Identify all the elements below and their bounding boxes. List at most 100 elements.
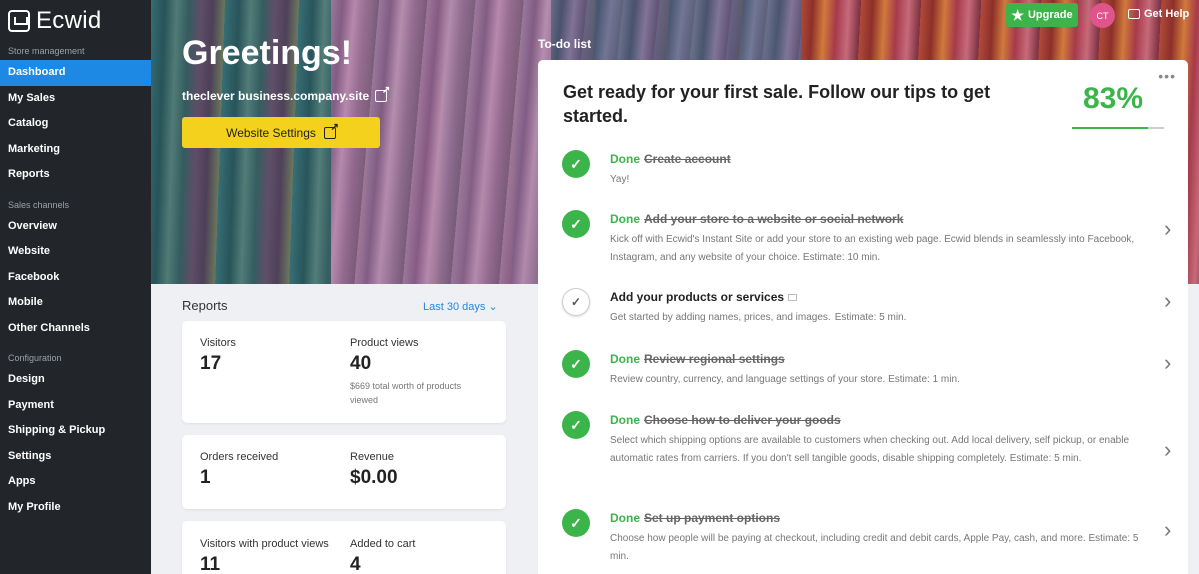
sidebar-item-website[interactable]: Website [0, 239, 151, 265]
sidebar-section-title: Store management [8, 46, 85, 56]
task-title-text: Review regional settings [644, 352, 785, 366]
task-title: Done Set up payment options [610, 511, 780, 525]
more-options-icon[interactable]: ••• [1158, 68, 1176, 84]
sidebar: Ecwid Store management Dashboard My Sales C… [0, 0, 151, 574]
task-description-text: Get started by adding names, prices, and… [610, 312, 831, 323]
todo-title: Get ready for your first sale. Follow ou… [563, 82, 991, 126]
ecwid-logo[interactable]: Ecwid [0, 0, 151, 42]
stat-product-views: Product views 40 $669 total worth of pro… [350, 337, 480, 407]
sidebar-item-mobile[interactable]: Mobile [0, 290, 151, 316]
stat-value: 11 [200, 554, 221, 574]
task-title-text: Set up payment options [644, 511, 781, 525]
sidebar-section-title: Configuration [8, 353, 62, 363]
done-tag: Done [610, 511, 640, 525]
task-title: Done Choose how to deliver your goods [610, 413, 841, 427]
report-card: Visitors 17 Product views 40 $669 total … [182, 321, 506, 423]
stat-label: Product views [350, 337, 419, 349]
sidebar-nav: Store management Dashboard My Sales Catalog… [0, 42, 151, 520]
greeting-title: Greetings! [182, 34, 353, 72]
upgrade-button[interactable]: ★ Upgrade [1006, 3, 1078, 27]
check-done-icon: ✓ [562, 210, 590, 238]
check-done-icon: ✓ [562, 509, 590, 537]
stat-visitors-with-views: Visitors with product views 11 [200, 538, 329, 574]
sidebar-item-facebook[interactable]: Facebook [0, 265, 151, 291]
stat-label: Added to cart [350, 538, 416, 550]
sidebar-item-shipping-and-pickup[interactable]: Shipping & Pickup [0, 418, 151, 444]
stat-value: 1 [200, 467, 211, 488]
check-done-icon: ✓ [562, 150, 590, 178]
sidebar-item-my-sales[interactable]: My Sales [0, 86, 151, 112]
sidebar-item-marketing[interactable]: Marketing [0, 137, 151, 163]
done-tag: Done [610, 352, 640, 366]
chevron-right-icon[interactable]: › [1164, 350, 1171, 376]
task-description-text: Yay! [610, 174, 630, 185]
sidebar-item-my-profile[interactable]: My Profile [0, 495, 151, 521]
task-title: Done Review regional settings [610, 352, 785, 366]
done-tag: Done [610, 413, 640, 427]
todo-panel: ••• Get ready for your first sale. Follo… [538, 60, 1188, 574]
task-description-text: Review country, currency, and language s… [610, 374, 960, 385]
logo-text: Ecwid [36, 7, 102, 34]
chevron-down-icon: ⌄ [488, 301, 498, 313]
video-icon [788, 294, 798, 302]
check-pending-icon: ✓ [562, 288, 590, 316]
chevron-right-icon[interactable]: › [1164, 517, 1171, 543]
task-description: Kick off with Ecwid's Instant Site or ad… [610, 231, 1140, 266]
stat-value: 40 [350, 353, 372, 374]
check-done-icon: ✓ [562, 350, 590, 378]
report-card: Orders received 1 Revenue $0.00 [182, 435, 506, 509]
sidebar-item-other-channels[interactable]: Other Channels [0, 316, 151, 342]
stat-visitors: Visitors 17 [200, 337, 236, 375]
progress-bar [1072, 127, 1164, 129]
progress-bar-fill [1072, 127, 1149, 129]
reports-range-dropdown[interactable]: Last 30 days ⌄ [423, 300, 498, 313]
sidebar-item-overview[interactable]: Overview [0, 214, 151, 240]
task-description-text: Select which shipping options are availa… [610, 435, 1129, 464]
stat-value: 17 [200, 353, 222, 374]
external-link-icon [375, 85, 390, 102]
stat-note: $669 total worth of products viewed [350, 381, 462, 405]
get-help-label: Get Help [1144, 8, 1190, 20]
website-settings-label: Website Settings [226, 125, 316, 140]
task-title: Add your products or services [610, 290, 798, 304]
task-title: Done Add your store to a website or socia… [610, 212, 903, 226]
task-title-text: Add your products or services [610, 290, 785, 304]
get-help-button[interactable]: Get Help [1128, 8, 1189, 20]
sidebar-item-catalog[interactable]: Catalog [0, 111, 151, 137]
stat-label: Revenue [350, 451, 395, 463]
chevron-right-icon[interactable]: › [1164, 288, 1171, 314]
sidebar-item-settings[interactable]: Settings [0, 444, 151, 470]
stat-label: Visitors [200, 337, 236, 349]
sidebar-item-payment[interactable]: Payment [0, 393, 151, 419]
task-description: Choose how people will be paying at chec… [610, 530, 1140, 565]
sidebar-item-apps[interactable]: Apps [0, 469, 151, 495]
upgrade-label: Upgrade [1027, 9, 1073, 21]
reports-range-label: Last 30 days [423, 301, 486, 313]
task-title-text: Add your store to a website or social ne… [644, 212, 904, 226]
task-description: Get started by adding names, prices, and… [610, 309, 1140, 327]
store-url-link[interactable]: theclever business.company.site [182, 85, 390, 103]
chat-bubble-icon [1128, 9, 1140, 19]
task-description: Yay! [610, 171, 1140, 189]
progress-percent: 83% [1083, 82, 1144, 115]
website-settings-button[interactable]: Website Settings [182, 117, 380, 148]
task-description: Select which shipping options are availa… [610, 432, 1140, 467]
avatar[interactable]: CT [1090, 3, 1115, 28]
stat-orders: Orders received 1 [200, 451, 278, 489]
sidebar-item-dashboard[interactable]: Dashboard [0, 60, 151, 86]
todo-header: To-do list [538, 37, 592, 51]
chevron-right-icon[interactable]: › [1164, 437, 1171, 463]
task-title-text: Choose how to deliver your goods [644, 413, 841, 427]
task-estimate: Estimate: 5 min. [834, 312, 907, 323]
sidebar-item-reports[interactable]: Reports [0, 162, 151, 188]
done-tag: Done [610, 152, 640, 166]
task-title-text: Create account [644, 152, 731, 166]
task-title: Done Create account [610, 152, 731, 166]
stat-value: 4 [350, 554, 361, 574]
stat-added-to-cart: Added to cart 4 [350, 538, 415, 574]
sidebar-item-design[interactable]: Design [0, 367, 151, 393]
external-link-icon [323, 122, 339, 139]
stat-label: Orders received [200, 451, 279, 463]
chevron-right-icon[interactable]: › [1164, 216, 1171, 242]
store-url-text: theclever business.company.site [182, 89, 370, 103]
